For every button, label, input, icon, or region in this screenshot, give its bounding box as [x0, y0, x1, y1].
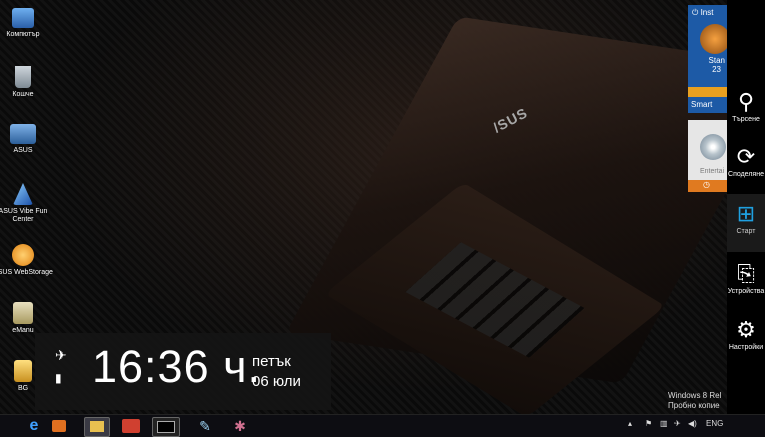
- icon-label: ASUS Vibe Fun Center: [0, 208, 48, 223]
- icon-label: Кошче: [12, 91, 34, 98]
- media-player-icon[interactable]: [52, 420, 66, 432]
- charm-label: Старт: [736, 228, 756, 235]
- language-indicator[interactable]: ENG: [706, 419, 723, 428]
- watermark-line1: Windows 8 Rel: [668, 391, 722, 400]
- clock-time: 16:36 ч.: [92, 341, 262, 392]
- charm-search[interactable]: ⚲ Търсене: [727, 89, 765, 124]
- tile-instant-on[interactable]: ⏻ Inst Stan 23 Smart: [688, 5, 727, 113]
- icon-emanual[interactable]: eManu: [0, 302, 53, 335]
- flag-icon[interactable]: ⚑: [645, 419, 652, 428]
- tile-entertainment[interactable]: Entertai ◷: [688, 120, 727, 192]
- app-icon[interactable]: [122, 419, 140, 433]
- tile-accent-strip: [688, 87, 727, 97]
- charms-bar: ⚲ Търсене ⟳ Споделяне ⊞ Старт ⎘ Устройст…: [727, 0, 765, 436]
- clock-icon: ◷: [688, 180, 727, 192]
- paint-icon[interactable]: ✎: [193, 417, 217, 435]
- icon-label: ASUS WebStorage: [0, 269, 53, 276]
- emanual-icon: [13, 302, 33, 324]
- tile-title: Inst: [700, 8, 714, 17]
- charm-devices[interactable]: ⎘ Устройства: [727, 261, 765, 296]
- search-icon: ⚲: [737, 89, 755, 114]
- charm-label: Споделяне: [728, 171, 764, 178]
- windows-icon: ⊞: [736, 201, 756, 226]
- lock-clock-overlay: ✈ ▮ 16:36 ч. петък 06 юли: [35, 333, 331, 410]
- icon-recycle-bin[interactable]: Кошче: [0, 66, 53, 99]
- devices-icon: ⎘: [737, 261, 755, 286]
- gear-icon: ⚙: [736, 317, 756, 342]
- clock-date: 06 юли: [252, 373, 301, 390]
- airplane-mode-icon[interactable]: ✈: [674, 419, 681, 428]
- tile-line1: Stan: [708, 56, 725, 65]
- show-hidden-icons[interactable]: ▴: [628, 419, 632, 428]
- charm-start[interactable]: ⊞ Старт: [727, 194, 765, 252]
- tile-title: Entertai: [700, 168, 725, 175]
- tile-line2: 23: [712, 65, 721, 74]
- share-icon: ⟳: [736, 144, 756, 169]
- icon-asus-webstorage[interactable]: ASUS WebStorage: [0, 244, 53, 277]
- bg-folder-icon: [14, 360, 32, 382]
- network-icon[interactable]: ▥: [660, 419, 668, 428]
- tools-icon[interactable]: ✱: [228, 417, 252, 435]
- icon-computer[interactable]: Компютър: [0, 8, 53, 39]
- webstorage-icon: [12, 244, 34, 266]
- charm-share[interactable]: ⟳ Споделяне: [727, 144, 765, 179]
- watermark-line2: Пробно копие: [668, 401, 720, 410]
- tile-footer: Smart: [691, 100, 713, 109]
- power-icon: ⏻: [692, 8, 699, 17]
- charm-label: Търсене: [732, 116, 760, 123]
- taskbar: e ✎ ✱ ▴ ⚑ ▥ ✈ ◀) ENG: [0, 414, 765, 437]
- icon-asus-vibe[interactable]: ASUS Vibe Fun Center: [0, 183, 53, 224]
- clock-day: петък: [252, 353, 291, 370]
- icon-label: Компютър: [6, 31, 40, 38]
- vibe-icon: [13, 183, 33, 205]
- windows-watermark: Windows 8 Rel Пробно копие: [668, 391, 728, 411]
- disc-icon: [700, 134, 726, 160]
- internet-explorer-icon[interactable]: e: [22, 417, 46, 435]
- recycle-bin-icon: [15, 66, 31, 88]
- battery-icon: ▮: [55, 371, 62, 385]
- command-prompt-icon[interactable]: [152, 417, 180, 437]
- instant-on-gauge-icon: [700, 24, 727, 54]
- icon-label: ASUS: [13, 147, 33, 154]
- airplane-icon: ✈: [55, 347, 67, 363]
- charm-label: Устройства: [727, 288, 765, 295]
- file-explorer-icon[interactable]: [84, 417, 110, 437]
- icon-asus[interactable]: ASUS: [0, 124, 53, 155]
- charm-label: Настройки: [728, 344, 764, 351]
- computer-icon: [12, 8, 34, 28]
- charm-settings[interactable]: ⚙ Настройки: [727, 317, 765, 352]
- volume-icon[interactable]: ◀): [688, 419, 697, 428]
- asus-folder-icon: [10, 124, 36, 144]
